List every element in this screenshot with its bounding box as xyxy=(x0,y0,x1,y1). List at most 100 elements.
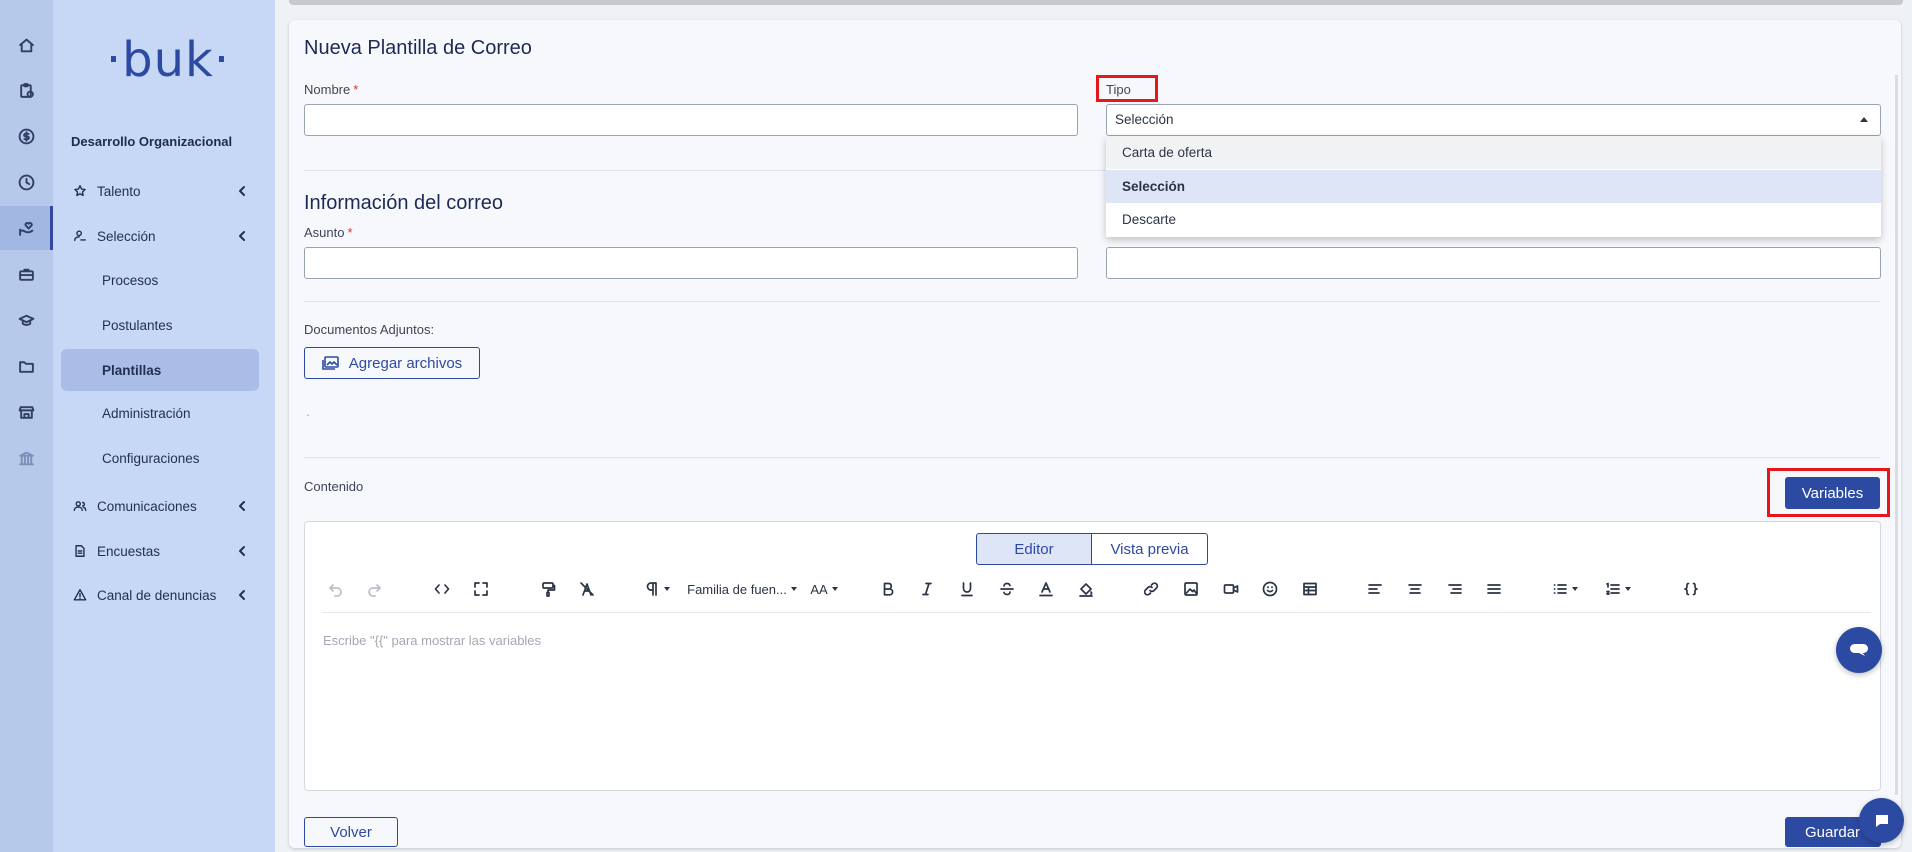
chevron-left-icon xyxy=(235,184,249,198)
tipo-highlight-box xyxy=(1096,75,1158,102)
folder-icon[interactable] xyxy=(0,344,53,388)
message-icon xyxy=(1874,813,1890,829)
bold-icon[interactable] xyxy=(878,578,898,600)
paragraph-icon[interactable] xyxy=(642,578,672,600)
chevron-left-icon xyxy=(235,544,249,558)
font-size-select[interactable]: AA xyxy=(808,578,840,600)
divider xyxy=(304,457,1880,458)
bullet-list-icon[interactable] xyxy=(1550,578,1580,600)
content-label: Contenido xyxy=(304,479,364,494)
clock-icon[interactable] xyxy=(0,160,53,204)
tab-editor[interactable]: Editor xyxy=(976,533,1092,565)
clear-format-icon[interactable] xyxy=(577,578,597,600)
emoji-icon[interactable] xyxy=(1260,578,1280,600)
table-icon[interactable] xyxy=(1300,578,1320,600)
variables-button[interactable]: Variables xyxy=(1785,477,1880,509)
section-title-info: Información del correo xyxy=(304,192,503,214)
sidebar-subitem-procesos[interactable]: Procesos xyxy=(61,259,259,301)
editor-placeholder: Escribe "{{" para mostrar las variables xyxy=(323,633,542,648)
tipo-select-value: Selección xyxy=(1115,112,1174,127)
sidebar-item-label: Comunicaciones xyxy=(97,498,197,514)
briefcase-icon[interactable] xyxy=(0,252,53,296)
caret-up-icon xyxy=(1860,117,1868,122)
star-icon xyxy=(73,184,87,198)
clipboard-clock-icon[interactable] xyxy=(0,68,53,112)
align-left-icon[interactable] xyxy=(1365,578,1385,600)
back-button[interactable]: Volver xyxy=(304,817,398,847)
graduation-cap-icon[interactable] xyxy=(0,298,53,342)
user-hand-icon xyxy=(73,229,87,243)
highlight-color-icon[interactable] xyxy=(1076,578,1096,600)
chat-bubble-icon xyxy=(1849,643,1869,657)
home-icon[interactable] xyxy=(0,23,53,67)
chevron-left-icon xyxy=(235,229,249,243)
sidebar-item-canal-de-denuncias[interactable]: Canal de denuncias xyxy=(61,575,259,615)
toolbar-divider xyxy=(322,612,1871,613)
sidebar-item-label: Talento xyxy=(97,183,141,199)
link-icon[interactable] xyxy=(1141,578,1161,600)
chat-button[interactable] xyxy=(1859,798,1904,843)
align-right-icon[interactable] xyxy=(1445,578,1465,600)
top-scroll-edge xyxy=(289,0,1903,5)
help-chat-button[interactable] xyxy=(1836,627,1882,673)
sidebar-item-label: Selección xyxy=(97,228,156,244)
warning-icon xyxy=(73,588,87,602)
strikethrough-icon[interactable] xyxy=(997,578,1017,600)
align-justify-icon[interactable] xyxy=(1484,578,1504,600)
secondary-input[interactable] xyxy=(1106,247,1881,279)
sidebar-item-talento[interactable]: Talento xyxy=(61,171,259,211)
hand-heart-icon[interactable] xyxy=(0,206,53,250)
variables-braces-icon[interactable] xyxy=(1680,578,1702,600)
code-view-icon[interactable] xyxy=(432,578,452,600)
tab-preview[interactable]: Vista previa xyxy=(1091,533,1208,565)
attachments-label: Documentos Adjuntos: xyxy=(304,322,435,337)
sidebar-subitem-administracion[interactable]: Administración xyxy=(61,392,259,434)
nombre-input[interactable] xyxy=(304,104,1078,136)
asunto-label: Asunto * xyxy=(304,225,353,240)
org-title: Desarrollo Organizacional xyxy=(71,134,233,149)
users-icon xyxy=(73,499,87,513)
fullscreen-icon[interactable] xyxy=(471,578,491,600)
asunto-input[interactable] xyxy=(304,247,1078,279)
image-icon xyxy=(321,356,339,370)
tipo-dropdown-menu: Carta de oferta Selección Descarte xyxy=(1106,136,1881,237)
document-icon xyxy=(73,544,87,558)
redo-icon[interactable] xyxy=(364,578,384,600)
add-files-button[interactable]: Agregar archivos xyxy=(304,347,480,379)
align-center-icon[interactable] xyxy=(1405,578,1425,600)
sidebar-subitem-postulantes[interactable]: Postulantes xyxy=(61,304,259,346)
sidebar: ·buk· Desarrollo Organizacional Talento … xyxy=(53,0,275,852)
dropdown-option-descarte[interactable]: Descarte xyxy=(1106,203,1881,236)
tipo-select[interactable]: Selección xyxy=(1106,104,1881,136)
image-insert-icon[interactable] xyxy=(1181,578,1201,600)
scrollbar[interactable] xyxy=(1895,75,1898,795)
format-painter-icon[interactable] xyxy=(538,578,558,600)
sidebar-subitem-configuraciones[interactable]: Configuraciones xyxy=(61,437,259,479)
sidebar-item-encuestas[interactable]: Encuestas xyxy=(61,531,259,571)
divider xyxy=(304,301,1880,302)
page-title: Nueva Plantilla de Correo xyxy=(304,37,532,59)
nombre-label: Nombre * xyxy=(304,82,359,97)
font-family-select[interactable]: Familia de fuen... xyxy=(682,578,802,600)
bank-icon[interactable] xyxy=(0,436,53,480)
store-icon[interactable] xyxy=(0,390,53,434)
chevron-left-icon xyxy=(235,588,249,602)
dropdown-option-seleccion[interactable]: Selección xyxy=(1106,170,1881,203)
underline-icon[interactable] xyxy=(957,578,977,600)
icon-rail xyxy=(0,0,53,852)
text-color-icon[interactable] xyxy=(1036,578,1056,600)
buk-logo[interactable]: ·buk· xyxy=(106,30,229,90)
sidebar-item-comunicaciones[interactable]: Comunicaciones xyxy=(61,486,259,526)
dot-text: · xyxy=(306,407,311,422)
undo-icon[interactable] xyxy=(326,578,346,600)
dropdown-option-carta-de-oferta[interactable]: Carta de oferta xyxy=(1106,136,1881,169)
sidebar-subitem-plantillas[interactable]: Plantillas xyxy=(61,349,259,391)
video-icon[interactable] xyxy=(1221,578,1241,600)
sidebar-item-label: Canal de denuncias xyxy=(97,587,217,603)
italic-icon[interactable] xyxy=(917,578,937,600)
sidebar-item-seleccion[interactable]: Selección xyxy=(61,216,259,256)
numbered-list-icon[interactable] xyxy=(1603,578,1633,600)
chevron-left-icon xyxy=(235,499,249,513)
dollar-circle-icon[interactable] xyxy=(0,114,53,158)
sidebar-item-label: Encuestas xyxy=(97,543,161,559)
